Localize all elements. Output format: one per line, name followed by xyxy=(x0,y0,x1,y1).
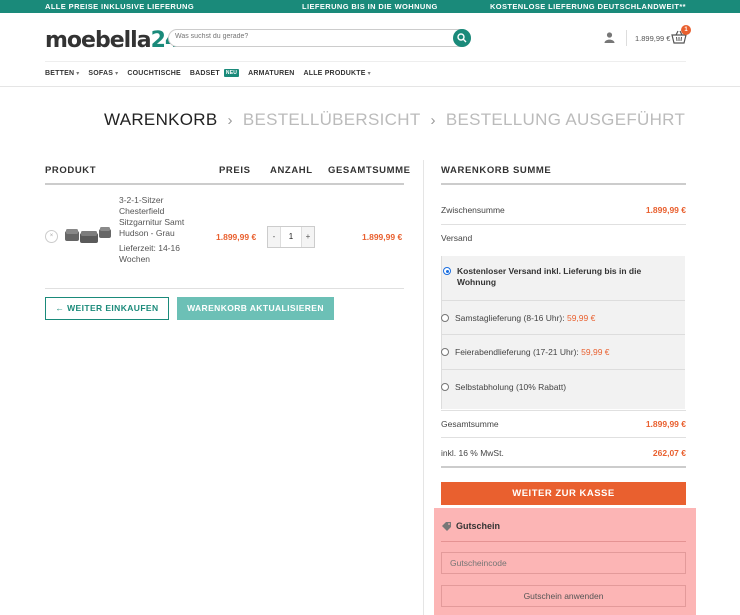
chevron-down-icon: ▾ xyxy=(115,70,119,77)
proceed-to-checkout-button[interactable]: WEITER ZUR KASSE xyxy=(441,482,686,505)
nav-item-label: BETTEN xyxy=(45,69,75,77)
logo-word: moebella xyxy=(45,28,152,53)
search-icon xyxy=(457,33,467,43)
nav-item-label: BADSET xyxy=(189,69,220,77)
subtotal-divider xyxy=(441,224,686,225)
search-button[interactable] xyxy=(453,29,471,47)
tag-icon xyxy=(442,521,451,531)
subtotal-value: 1.899,99 € xyxy=(645,205,686,215)
checkout-steps: WARENKORB › BESTELLÜBERSICHT › BESTELLUN… xyxy=(104,110,685,130)
step-bestelluebersicht[interactable]: BESTELLÜBERSICHT xyxy=(243,110,421,130)
column-header-total: GESAMTSUMME xyxy=(328,165,411,176)
shipping-option-free[interactable]: Kostenloser Versand inkl. Lieferung bis … xyxy=(443,266,673,288)
shipping-option-evening[interactable]: Feierabendlieferung (17-21 Uhr): 59,99 € xyxy=(441,347,610,357)
coupon-title-text: Gutschein xyxy=(456,521,501,531)
shipping-divider xyxy=(441,300,685,301)
total-divider xyxy=(441,437,686,438)
chevron-down-icon: ▾ xyxy=(367,70,371,77)
shipping-option-price: 59,99 € xyxy=(566,313,596,323)
topbar-right-text: KOSTENLOSE LIEFERUNG DEUTSCHLANDWEIT** xyxy=(489,2,686,11)
chevron-down-icon: ▾ xyxy=(76,70,80,77)
shipping-divider xyxy=(441,369,685,370)
item-price: 1.899,99 € xyxy=(216,232,257,242)
step-warenkorb[interactable]: WARENKORB xyxy=(104,110,218,130)
nav-item-betten[interactable]: BETTEN ▾ xyxy=(45,69,79,77)
continue-shopping-button[interactable]: ← WEITER EINKAUFEN xyxy=(45,297,169,320)
column-header-quantity: ANZAHL xyxy=(270,165,313,176)
shipping-option-label: Feierabendlieferung (17-21 Uhr): xyxy=(455,347,582,357)
new-badge: NEU xyxy=(223,69,240,77)
total-label: Gesamtsumme xyxy=(441,419,499,429)
totals-header-divider xyxy=(441,183,686,185)
shipping-divider xyxy=(441,334,685,335)
nav-item-label: SOFAS xyxy=(88,69,114,77)
cart-totals-title: WARENKORB SUMME xyxy=(441,165,552,176)
nav-item-label: ALLE PRODUKTE xyxy=(303,69,366,77)
item-subtotal: 1.899,99 € xyxy=(362,232,403,242)
quantity-input[interactable]: 1 xyxy=(280,227,302,247)
column-divider xyxy=(423,160,424,615)
shipping-option-label: Samstaglieferung (8-16 Uhr): xyxy=(455,313,567,323)
user-icon xyxy=(604,32,615,43)
update-cart-button[interactable]: WARENKORB AKTUALISIEREN xyxy=(177,297,334,320)
coupon-code-input[interactable] xyxy=(441,552,686,574)
chevron-right-icon: › xyxy=(430,111,436,129)
main-navigation: BETTEN ▾ SOFAS ▾ COUCHTISCHE BADSET NEU ARM… xyxy=(45,69,371,77)
shipping-option-label: Kostenloser Versand inkl. Lieferung bis … xyxy=(457,266,642,287)
product-delivery-time: Lieferzeit: 14-16 Wochen xyxy=(119,243,180,264)
cart-count-badge: 1 xyxy=(681,25,691,35)
remove-item-button[interactable]: × xyxy=(45,230,58,243)
nav-top-divider xyxy=(45,61,686,62)
tax-label: inkl. 16 % MwSt. xyxy=(441,448,504,458)
topbar-center-text: LIEFERUNG BIS IN DIE WOHNUNG xyxy=(302,2,438,11)
subtotal-label: Zwischensumme xyxy=(441,205,505,215)
nav-item-sofas[interactable]: SOFAS ▾ xyxy=(88,69,118,77)
column-header-price: PREIS xyxy=(219,165,251,176)
radio-button[interactable] xyxy=(441,383,449,391)
shipping-option-saturday[interactable]: Samstaglieferung (8-16 Uhr): 59,99 € xyxy=(441,313,595,323)
coupon-title: Gutschein xyxy=(442,521,500,531)
quantity-increase-button[interactable]: + xyxy=(302,227,314,247)
sofa-image xyxy=(65,227,111,243)
shipping-bottom-divider xyxy=(441,410,686,411)
search-bar xyxy=(168,29,471,47)
shipping-option-label: Selbstabholung (10% Rabatt) xyxy=(455,382,567,392)
top-info-bar: ALLE PREISE INKLUSIVE LIEFERUNG LIEFERUN… xyxy=(0,0,740,13)
account-button[interactable] xyxy=(604,32,615,46)
product-thumbnail[interactable] xyxy=(63,225,113,250)
step-bestellung-ausgefuehrt: BESTELLUNG AUSGEFÜHRT xyxy=(445,110,686,129)
topbar-left-text: ALLE PREISE INKLUSIVE LIEFERUNG xyxy=(45,2,195,11)
header-cart-total[interactable]: 1.899,99 € xyxy=(635,34,670,43)
column-header-product: PRODUKT xyxy=(45,165,97,176)
nav-item-badset[interactable]: BADSET NEU xyxy=(189,69,240,77)
total-value: 1.899,99 € xyxy=(645,419,686,429)
nav-item-armaturen[interactable]: ARMATUREN xyxy=(248,69,294,77)
quantity-decrease-button[interactable]: - xyxy=(268,227,280,247)
tax-divider xyxy=(441,466,686,468)
search-input[interactable] xyxy=(175,33,445,40)
radio-button[interactable] xyxy=(443,267,451,275)
table-header-divider xyxy=(45,183,404,185)
nav-item-couchtische[interactable]: COUCHTISCHE xyxy=(127,69,181,77)
tax-value: 262,07 € xyxy=(652,448,686,458)
table-bottom-divider xyxy=(45,288,404,289)
nav-item-alle-produkte[interactable]: ALLE PRODUKTE ▾ xyxy=(303,69,370,77)
product-name-link[interactable]: 3-2-1-Sitzer Chesterfield Sitzgarnitur S… xyxy=(119,195,199,239)
site-logo[interactable]: moebella24 xyxy=(45,28,180,53)
nav-bottom-divider xyxy=(0,86,740,87)
coupon-divider xyxy=(441,541,686,542)
shipping-option-price: 59,99 € xyxy=(581,347,610,357)
nav-item-label: COUCHTISCHE xyxy=(127,69,181,77)
nav-item-label: ARMATUREN xyxy=(248,69,295,77)
radio-button[interactable] xyxy=(441,348,449,356)
header-divider xyxy=(626,30,627,46)
quantity-stepper: - 1 + xyxy=(267,226,315,248)
shipping-label: Versand xyxy=(441,233,473,243)
apply-coupon-button[interactable]: Gutschein anwenden xyxy=(441,585,686,607)
radio-button[interactable] xyxy=(441,314,449,322)
chevron-right-icon: › xyxy=(227,111,233,129)
shipping-option-pickup[interactable]: Selbstabholung (10% Rabatt) xyxy=(441,382,566,392)
